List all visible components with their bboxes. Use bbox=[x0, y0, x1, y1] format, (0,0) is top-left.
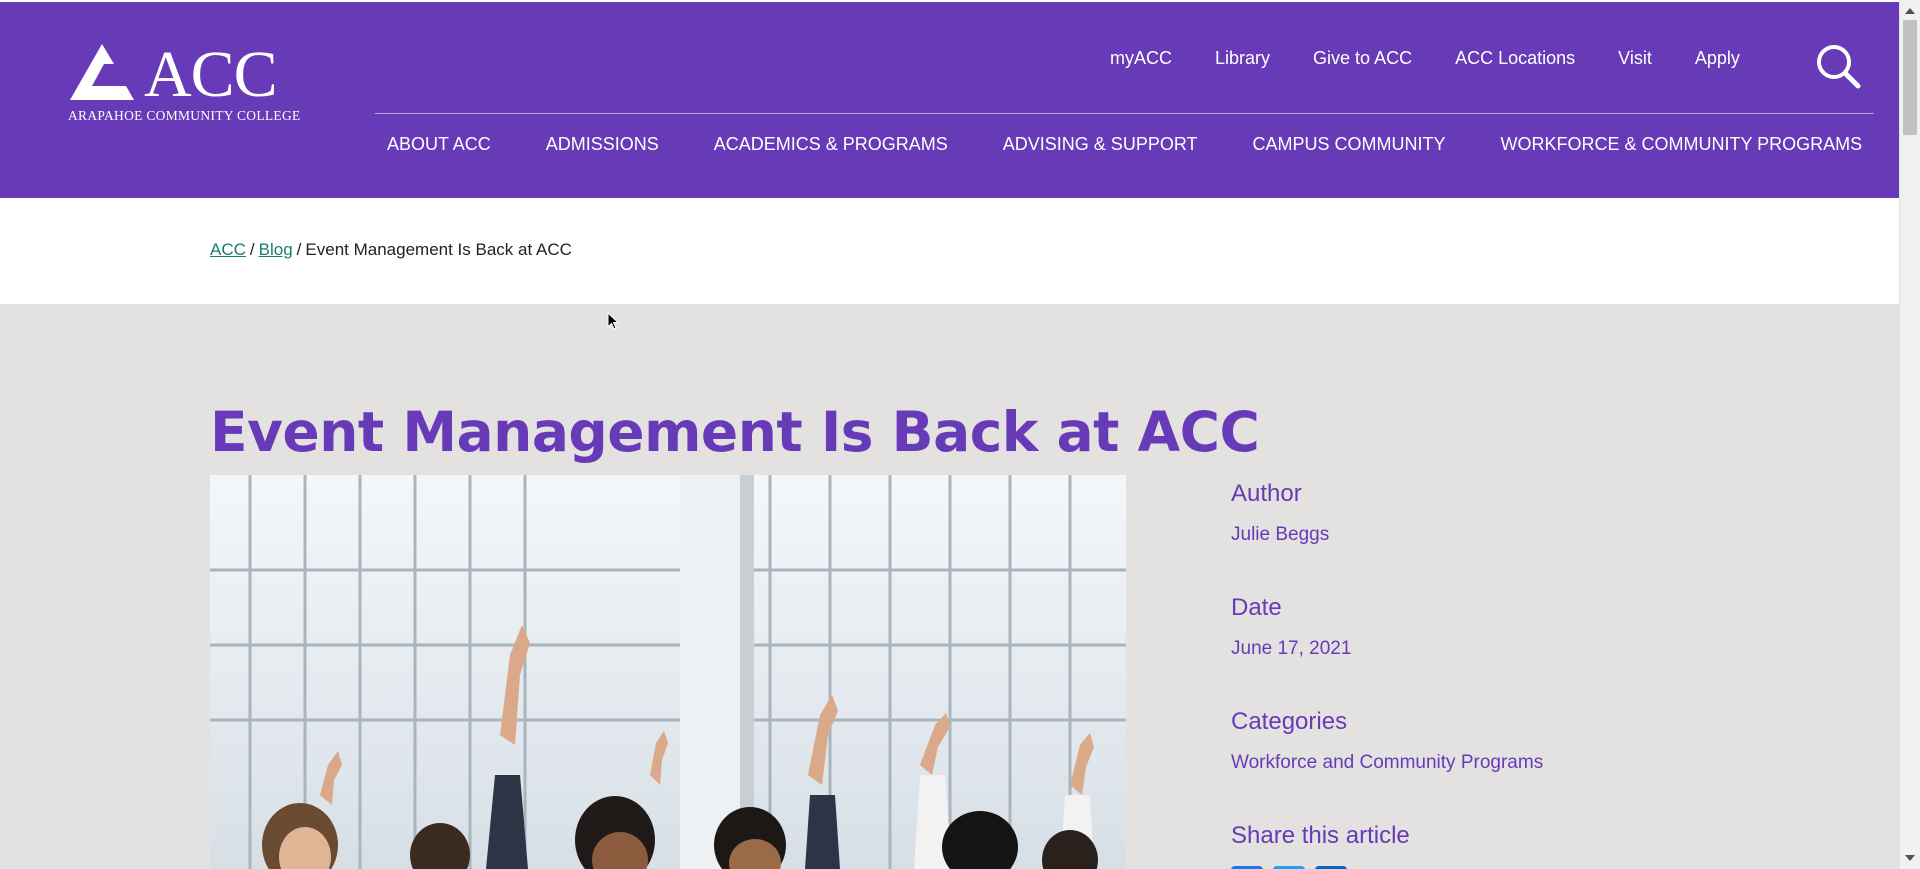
main-nav-campus[interactable]: CAMPUS COMMUNITY bbox=[1253, 134, 1446, 155]
breadcrumb-blog[interactable]: Blog bbox=[259, 240, 293, 259]
utility-nav-give[interactable]: Give to ACC bbox=[1313, 48, 1412, 69]
utility-nav: myACC Library Give to ACC ACC Locations … bbox=[1110, 48, 1783, 69]
scroll-down-arrow-icon[interactable] bbox=[1905, 855, 1915, 861]
main-nav-academics[interactable]: ACADEMICS & PROGRAMS bbox=[714, 134, 948, 155]
utility-nav-myacc[interactable]: myACC bbox=[1110, 48, 1172, 69]
publish-date: June 17, 2021 bbox=[1231, 638, 1352, 659]
main-nav-workforce[interactable]: WORKFORCE & COMMUNITY PROGRAMS bbox=[1501, 134, 1863, 155]
share-label: Share this article bbox=[1231, 822, 1410, 849]
acc-logo[interactable]: ACC ARAPAHOE COMMUNITY COLLEGE bbox=[68, 38, 300, 126]
logo-subtitle: ARAPAHOE COMMUNITY COLLEGE bbox=[68, 108, 301, 123]
vertical-scrollbar[interactable] bbox=[1899, 0, 1920, 869]
utility-nav-visit[interactable]: Visit bbox=[1618, 48, 1652, 69]
date-label: Date bbox=[1231, 594, 1282, 621]
utility-nav-apply[interactable]: Apply bbox=[1695, 48, 1740, 69]
categories-label: Categories bbox=[1231, 708, 1348, 735]
breadcrumb-separator: / bbox=[249, 240, 255, 259]
page-title: Event Management Is Back at ACC bbox=[210, 400, 1260, 464]
hero-image bbox=[210, 475, 1126, 869]
main-nav-advising[interactable]: ADVISING & SUPPORT bbox=[1003, 134, 1198, 155]
breadcrumb-separator: / bbox=[296, 240, 302, 259]
category-link[interactable]: Workforce and Community Programs bbox=[1231, 752, 1731, 782]
breadcrumb-acc[interactable]: ACC bbox=[210, 240, 246, 259]
logo-wordmark: ACC bbox=[144, 38, 278, 111]
mountain-logo-icon bbox=[70, 44, 134, 100]
breadcrumb-current: Event Management Is Back at ACC bbox=[305, 240, 572, 259]
breadcrumb: ACC / Blog / Event Management Is Back at ACC bbox=[210, 240, 572, 260]
scroll-up-arrow-icon[interactable] bbox=[1905, 8, 1915, 14]
site-header: ACC ARAPAHOE COMMUNITY COLLEGE myACC Lib… bbox=[0, 0, 1899, 198]
main-nav-about[interactable]: ABOUT ACC bbox=[387, 134, 491, 155]
utility-nav-locations[interactable]: ACC Locations bbox=[1455, 48, 1575, 69]
scrollbar-thumb[interactable] bbox=[1903, 20, 1917, 135]
search-icon bbox=[1817, 45, 1861, 89]
header-divider bbox=[375, 113, 1874, 114]
search-button[interactable] bbox=[1814, 42, 1862, 90]
mouse-cursor-icon bbox=[607, 311, 620, 335]
utility-nav-library[interactable]: Library bbox=[1215, 48, 1270, 69]
page: ACC ARAPAHOE COMMUNITY COLLEGE myACC Lib… bbox=[0, 0, 1899, 869]
author-label: Author bbox=[1231, 480, 1302, 507]
author-name: Julie Beggs bbox=[1231, 524, 1330, 545]
breadcrumb-band: ACC / Blog / Event Management Is Back at ACC bbox=[0, 198, 1899, 304]
main-nav: ABOUT ACC ADMISSIONS ACADEMICS & PROGRAM… bbox=[387, 134, 1899, 155]
article-sidebar: Author Julie Beggs Date June 17, 2021 Ca… bbox=[1231, 480, 1731, 869]
audience-photo-illustration bbox=[210, 475, 1126, 869]
main-nav-admissions[interactable]: ADMISSIONS bbox=[546, 134, 659, 155]
